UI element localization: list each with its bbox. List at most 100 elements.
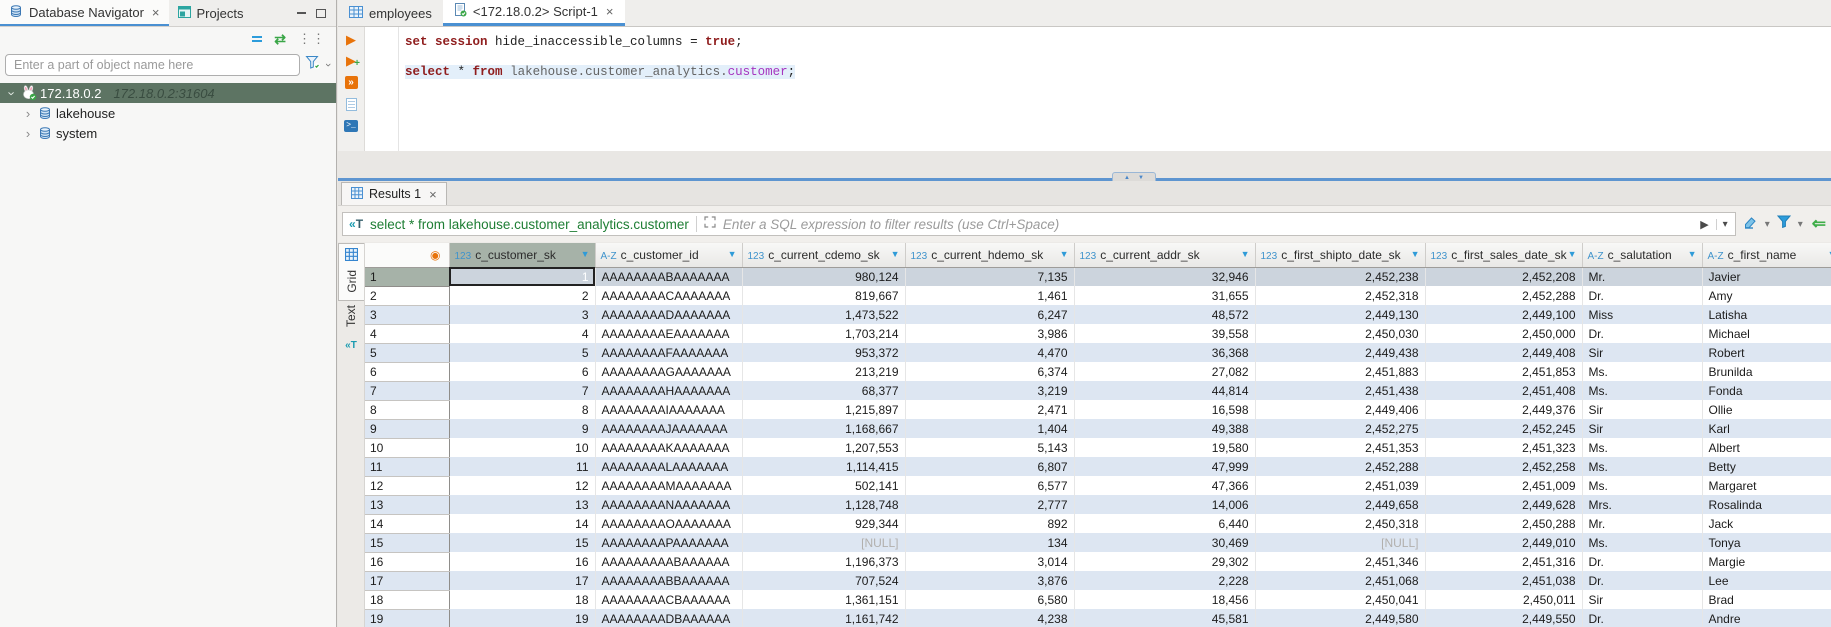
grid-cell[interactable]: 2,452,318	[1255, 286, 1425, 305]
close-icon[interactable]: ×	[429, 187, 437, 202]
grid-cell[interactable]: 707,524	[742, 571, 905, 590]
grid-cell[interactable]: AAAAAAAAEAAAAAAA	[595, 324, 742, 343]
grid-cell[interactable]: 2,451,316	[1425, 552, 1582, 571]
grid-cell[interactable]: AAAAAAAADAAAAAAA	[595, 305, 742, 324]
column-header-c_first_name[interactable]: A-Z▼c_first_name	[1702, 243, 1831, 267]
column-header-c_current_cdemo_sk[interactable]: 123▼c_current_cdemo_sk	[742, 243, 905, 267]
grid-cell[interactable]: 2,451,853	[1425, 362, 1582, 381]
grid-cell[interactable]: AAAAAAAABAAAAAAA	[595, 267, 742, 286]
grid-cell[interactable]: Jack	[1702, 514, 1831, 533]
row-number[interactable]: 2	[365, 286, 449, 305]
previous-page-arrow-icon[interactable]: ⇐	[1812, 214, 1826, 234]
grid-cell[interactable]: 2,452,288	[1425, 286, 1582, 305]
grid-cell[interactable]: 892	[905, 514, 1074, 533]
close-icon[interactable]: ×	[606, 4, 614, 19]
sql-console-icon[interactable]: >_	[344, 120, 358, 132]
row-header-corner[interactable]: ◉	[365, 243, 449, 267]
grid-cell[interactable]: 2,452,275	[1255, 419, 1425, 438]
sort-dropdown-icon[interactable]: ▼	[1828, 249, 1831, 259]
grid-cell[interactable]: AAAAAAAACAAAAAAA	[595, 286, 742, 305]
grid-cell[interactable]: 14	[449, 514, 595, 533]
grid-cell[interactable]: AAAAAAAALAAAAAAA	[595, 457, 742, 476]
grid-cell[interactable]: AAAAAAAACBAAAAAA	[595, 590, 742, 609]
expand-filter-icon[interactable]	[704, 215, 716, 233]
grid-cell[interactable]: 17	[449, 571, 595, 590]
grid-cell[interactable]: Ollie	[1702, 400, 1831, 419]
column-header-c_first_sales_date_sk[interactable]: 123▼c_first_sales_date_sk	[1425, 243, 1582, 267]
grid-cell[interactable]: 11	[449, 457, 595, 476]
tab-database-navigator[interactable]: Database Navigator ×	[0, 0, 169, 26]
chevron-right-icon[interactable]: ›	[20, 106, 36, 121]
grid-cell[interactable]: 47,999	[1074, 457, 1255, 476]
grid-cell[interactable]: 2,450,000	[1425, 324, 1582, 343]
tree-item-system[interactable]: ›system	[0, 123, 336, 143]
grid-cell[interactable]: Sir	[1582, 590, 1702, 609]
grid-cell[interactable]: 819,667	[742, 286, 905, 305]
row-number[interactable]: 13	[365, 495, 449, 514]
grid-cell[interactable]: 31,655	[1074, 286, 1255, 305]
column-header-c_first_shipto_date_sk[interactable]: 123▼c_first_shipto_date_sk	[1255, 243, 1425, 267]
chevron-down-icon[interactable]: ▾	[1765, 219, 1770, 230]
grid-cell[interactable]: Karl	[1702, 419, 1831, 438]
row-number[interactable]: 8	[365, 400, 449, 419]
grid-cell[interactable]: AAAAAAAAIAAAAAAA	[595, 400, 742, 419]
chevron-down-icon[interactable]: ▾	[1798, 219, 1803, 230]
grid-cell[interactable]: Dr.	[1582, 571, 1702, 590]
sort-dropdown-icon[interactable]: ▼	[728, 249, 737, 259]
link-with-editor-icon[interactable]: ⇄	[274, 31, 286, 48]
grid-cell[interactable]: AAAAAAAANAAAAAAA	[595, 495, 742, 514]
grid-cell[interactable]: 2,451,323	[1425, 438, 1582, 457]
chevron-down-icon[interactable]: ›	[5, 85, 20, 101]
grid-cell[interactable]: 1,114,415	[742, 457, 905, 476]
grid-cell[interactable]: Betty	[1702, 457, 1831, 476]
sql-line[interactable]: select * from lakehouse.customer_analyti…	[405, 65, 1831, 80]
grid-cell[interactable]: 14,006	[1074, 495, 1255, 514]
grid-cell[interactable]: 18	[449, 590, 595, 609]
grid-cell[interactable]: 2,450,041	[1255, 590, 1425, 609]
grid-cell[interactable]: Sir	[1582, 400, 1702, 419]
grid-cell[interactable]: 2,449,406	[1255, 400, 1425, 419]
tab-script-1[interactable]: <172.18.0.2> Script-1 ×	[443, 0, 625, 26]
grid-cell[interactable]: 6,580	[905, 590, 1074, 609]
grid-cell[interactable]: AAAAAAAAGAAAAAAA	[595, 362, 742, 381]
grid-cell[interactable]: 12	[449, 476, 595, 495]
grid-cell[interactable]: Brunilda	[1702, 362, 1831, 381]
tab-grid[interactable]: Grid	[338, 243, 364, 301]
grid-cell[interactable]: 6,247	[905, 305, 1074, 324]
grid-cell[interactable]: 3,986	[905, 324, 1074, 343]
grid-cell[interactable]: Tonya	[1702, 533, 1831, 552]
grid-cell[interactable]: 2,449,376	[1425, 400, 1582, 419]
grid-cell[interactable]: AAAAAAAAPAAAAAAA	[595, 533, 742, 552]
collapse-all-icon[interactable]	[252, 36, 262, 42]
grid-cell[interactable]: [NULL]	[1255, 533, 1425, 552]
grid-cell[interactable]: 1,196,373	[742, 552, 905, 571]
grid-cell[interactable]: 2,450,318	[1255, 514, 1425, 533]
grid-cell[interactable]: AAAAAAAAOAAAAAAA	[595, 514, 742, 533]
grid-cell[interactable]: Ms.	[1582, 476, 1702, 495]
column-header-c_current_hdemo_sk[interactable]: 123▼c_current_hdemo_sk	[905, 243, 1074, 267]
grid-cell[interactable]: Margie	[1702, 552, 1831, 571]
grid-cell[interactable]: 1,168,667	[742, 419, 905, 438]
grid-cell[interactable]: 2,452,245	[1425, 419, 1582, 438]
grid-cell[interactable]: 19,580	[1074, 438, 1255, 457]
row-number[interactable]: 3	[365, 305, 449, 324]
row-number[interactable]: 18	[365, 590, 449, 609]
sort-dropdown-icon[interactable]: ▼	[1688, 249, 1697, 259]
grid-cell[interactable]: 2,777	[905, 495, 1074, 514]
grid-cell[interactable]: 2,450,030	[1255, 324, 1425, 343]
grid-cell[interactable]: 1,128,748	[742, 495, 905, 514]
grid-cell[interactable]: 29,302	[1074, 552, 1255, 571]
grid-cell[interactable]: 2,451,068	[1255, 571, 1425, 590]
grid-cell[interactable]: Mr.	[1582, 514, 1702, 533]
close-icon[interactable]: ×	[152, 5, 160, 20]
grid-cell[interactable]: 27,082	[1074, 362, 1255, 381]
grid-cell[interactable]: Dr.	[1582, 552, 1702, 571]
grid-cell[interactable]: Margaret	[1702, 476, 1831, 495]
tab-employees[interactable]: employees	[338, 0, 443, 26]
record-mode-icon[interactable]: ◉	[430, 248, 440, 262]
sort-dropdown-icon[interactable]: ▼	[891, 249, 900, 259]
grid-cell[interactable]: Brad	[1702, 590, 1831, 609]
grid-cell[interactable]: AAAAAAAAJAAAAAAA	[595, 419, 742, 438]
tab-results-1[interactable]: Results 1 ×	[341, 182, 447, 205]
grid-cell[interactable]: 2,451,353	[1255, 438, 1425, 457]
